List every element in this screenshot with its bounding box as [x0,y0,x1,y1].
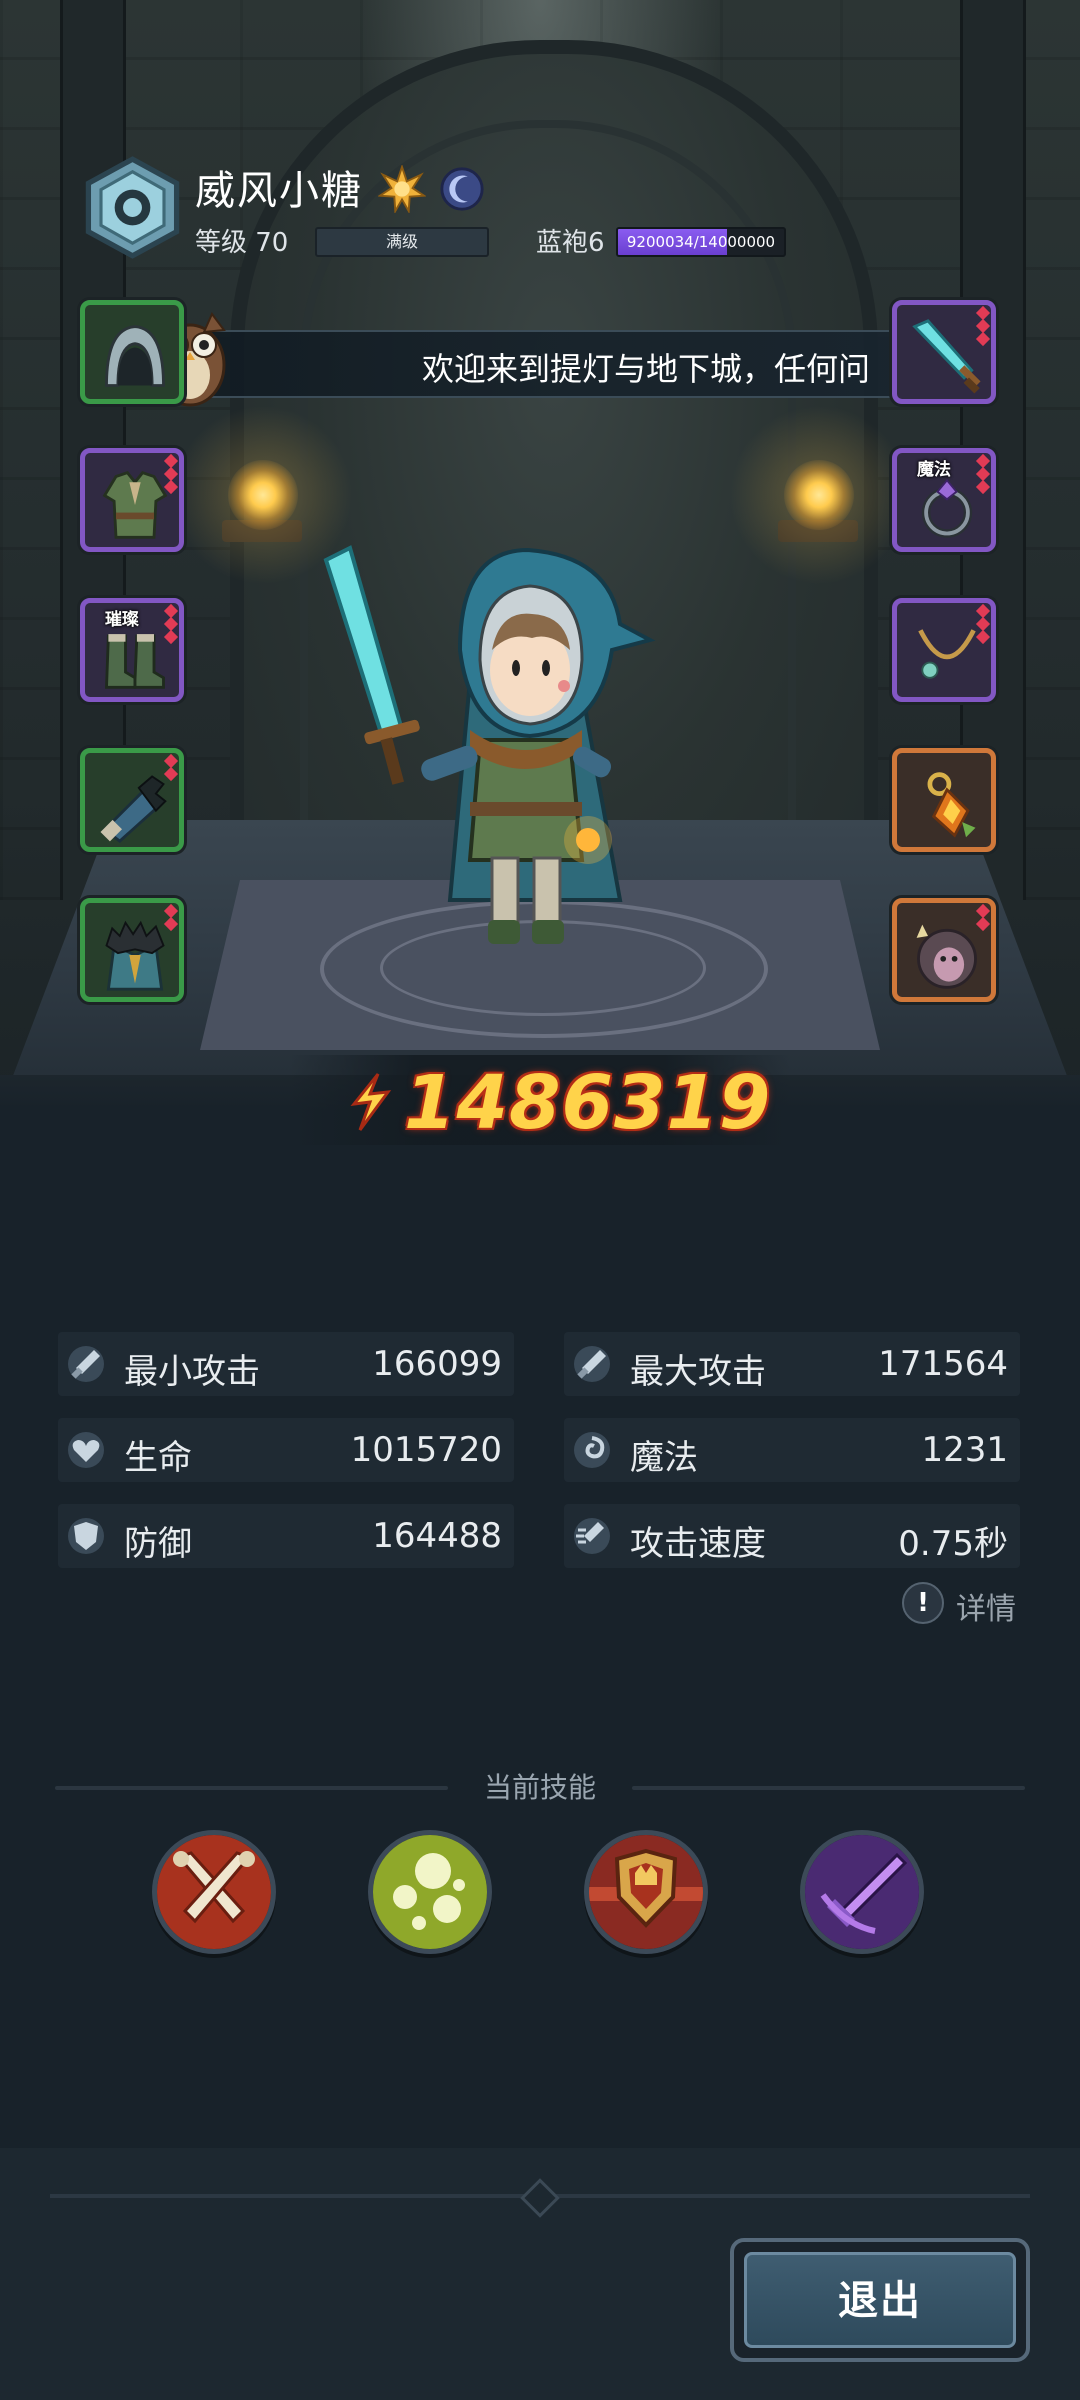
necklace-icon [918,629,976,679]
upgrade-gems [163,453,179,495]
stat-max-attack: 最大攻击 171564 [564,1332,1020,1396]
upgrade-gems [975,603,991,645]
details-label: 详情 [956,1592,1016,1627]
exit-label: 退出 [744,2252,1016,2348]
ring-slot[interactable]: 魔法 [892,448,996,552]
helmet-slot[interactable] [80,300,184,404]
stat-value: 1231 [921,1430,1008,1470]
crossed-swords-skill-icon [157,1835,271,1949]
crystal-sword-icon [912,319,981,394]
level-label: 等级 70 [195,228,289,258]
hero-character[interactable] [320,540,680,980]
purple-dagger-skill-icon [805,1835,919,1949]
experience-progress-bar: 9200034/14000000 [616,227,786,257]
stat-label: 最小攻击 [124,1352,260,1392]
stat-label: 最大攻击 [630,1352,766,1392]
boots-tag: 璀璨 [105,610,139,630]
exit-button[interactable]: 退出 [730,2238,1030,2362]
hood-helmet-icon [105,325,165,387]
fur-cloak-icon [105,920,165,991]
moon-badge-icon[interactable] [438,165,486,213]
stat-value: 1015720 [350,1430,502,1470]
ring-tag: 魔法 [917,460,951,480]
stat-value: 164488 [372,1516,502,1556]
skill-slot-1[interactable] [152,1830,276,1954]
pet-icon [916,924,977,989]
chat-message: 欢迎来到提灯与地下城，任何问 [421,350,870,388]
skills-title: 当前技能 [483,1771,596,1804]
weapon-slot[interactable] [892,300,996,404]
trinket-slot[interactable] [892,748,996,852]
torch-icon [173,405,353,585]
stat-health: 生命 1015720 [58,1418,514,1482]
stat-value: 171564 [878,1344,1008,1384]
stat-label: 攻击速度 [630,1524,766,1564]
sword-icon [574,1346,610,1382]
rank-title-label: 蓝袍6 [536,228,605,258]
upgrade-gems [163,903,179,932]
sun-badge-icon[interactable] [378,165,426,213]
stat-attack-speed: 攻击速度 0.75秒 [564,1504,1020,1568]
player-name: 威风小糖 [195,168,363,214]
shield-crest-skill-icon [589,1835,703,1949]
magic-swirl-icon [574,1432,610,1468]
upgrade-gems [975,305,991,347]
gloves-slot[interactable] [80,748,184,852]
cloak-slot[interactable] [80,898,184,1002]
upgrade-gems [975,453,991,495]
upgrade-gems [975,903,991,932]
shield-icon [68,1518,104,1554]
stat-label: 生命 [124,1438,192,1478]
sword-icon [68,1346,104,1382]
boots-slot[interactable]: 璀璨 [80,598,184,702]
combat-power-icon [350,1073,392,1131]
upgrade-gems [163,753,179,782]
exclamation-icon: ! [902,1582,944,1624]
rank-emblem-icon[interactable] [80,155,185,260]
stat-value: 0.75秒 [898,1524,1008,1564]
stat-value: 166099 [372,1344,502,1384]
skill-slot-2[interactable] [368,1830,492,1954]
tunic-armor-icon [102,471,168,539]
gauntlet-icon [100,775,167,843]
stat-min-attack: 最小攻击 166099 [58,1332,514,1396]
level-progress-bar: 满级 [315,227,489,257]
speed-icon [574,1518,610,1554]
stat-defense: 防御 164488 [58,1504,514,1568]
skill-slot-4[interactable] [800,1830,924,1954]
stat-magic: 魔法 1231 [564,1418,1020,1482]
details-button[interactable]: ! 详情 [902,1580,1032,1627]
armor-slot[interactable] [80,448,184,552]
pet-slot[interactable] [892,898,996,1002]
necklace-slot[interactable] [892,598,996,702]
chat-banner[interactable]: 欢迎来到提灯与地下城，任何问 [200,330,900,398]
stat-label: 防御 [124,1524,192,1564]
upgrade-gems [163,603,179,645]
experience-text: 9200034/14000000 [626,233,776,251]
spore-bubbles-skill-icon [373,1835,487,1949]
torch-icon [729,405,909,585]
skill-slot-3[interactable] [584,1830,708,1954]
combat-power-value: 1486319 [404,1060,772,1146]
heart-icon [68,1432,104,1468]
lantern-charm-icon [927,772,976,838]
stat-label: 魔法 [630,1438,698,1478]
